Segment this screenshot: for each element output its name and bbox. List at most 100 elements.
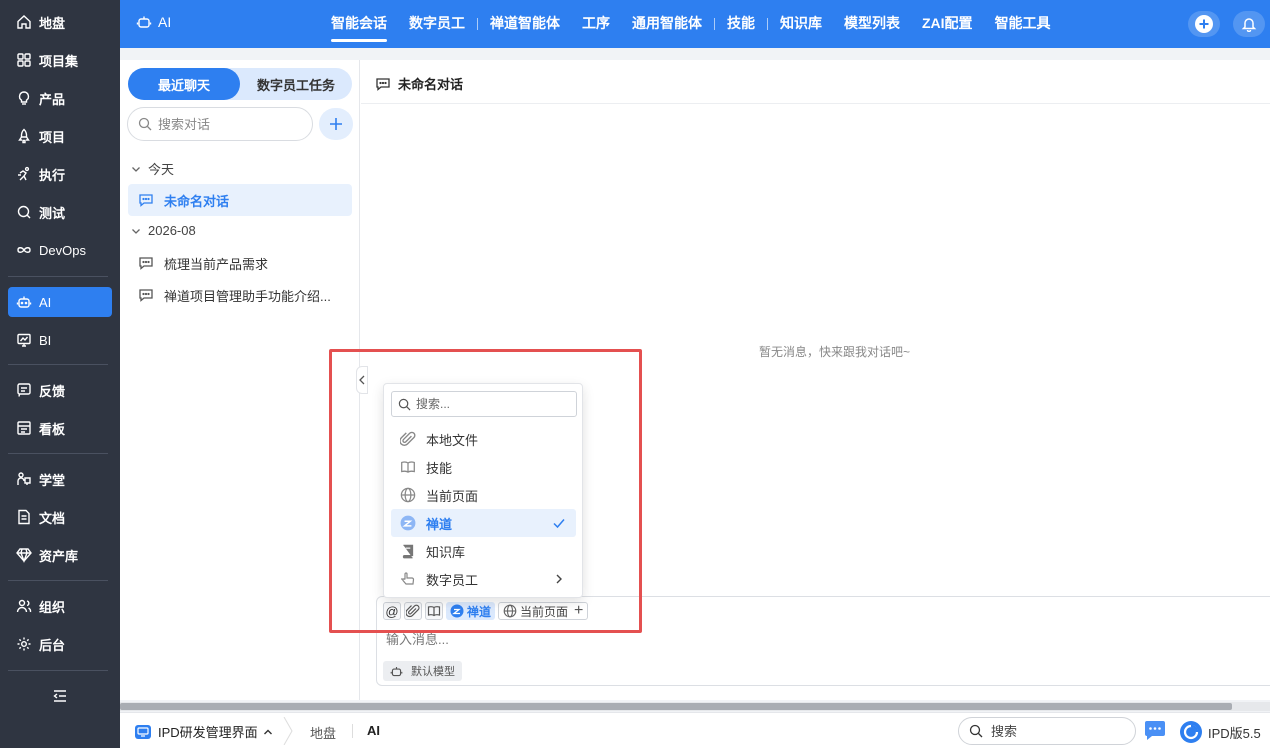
scrollbar-thumb[interactable] (120, 703, 1232, 710)
sidebar-item-label: 文档 (39, 510, 66, 526)
sidebar-item-assets[interactable]: 资产库 (8, 540, 112, 570)
group-2026-08-toggle[interactable]: 2026-08 (130, 223, 196, 238)
group-label: 2026-08 (148, 223, 196, 238)
tab-process[interactable]: 工序 (571, 0, 621, 48)
run-icon (15, 165, 33, 183)
segment-digital-employee-tasks[interactable]: 数字员工任务 (240, 68, 352, 100)
menu-item-label: 技能 (426, 460, 453, 476)
book-icon (400, 543, 416, 559)
sidebar-item-program[interactable]: 项目集 (8, 45, 112, 75)
project-switcher[interactable]: IPD研发管理界面 (134, 722, 273, 741)
chip-label: 当前页面 (520, 604, 569, 619)
conversation-item[interactable]: 未命名对话 (128, 184, 352, 216)
menu-item-digital-employee[interactable]: 数字员工 (391, 565, 576, 593)
composer-toolbar: @ 禅道 当前页面 + (383, 602, 589, 620)
segment-recent-chats[interactable]: 最近聊天 (128, 68, 240, 100)
context-chip-zentao[interactable]: 禅道 (446, 602, 496, 620)
chat-bubble-icon (375, 76, 391, 92)
conversation-title-text: 未命名对话 (398, 77, 464, 92)
menu-item-label: 本地文件 (426, 432, 479, 448)
mention-button[interactable]: @ (383, 602, 401, 620)
collapse-panel-button[interactable] (356, 366, 368, 394)
sidebar-collapse-icon[interactable] (50, 686, 70, 706)
hand-pointer-icon (400, 571, 416, 587)
group-today-toggle[interactable]: 今天 (130, 159, 174, 178)
conversation-item[interactable]: 梳理当前产品需求 (128, 247, 352, 279)
tab-zai-config[interactable]: ZAI配置 (911, 0, 984, 48)
chevron-left-icon (359, 375, 365, 385)
message-input[interactable] (386, 632, 1246, 647)
sidebar-item-project[interactable]: 项目 (8, 121, 112, 151)
kanban-icon (15, 419, 33, 437)
sidebar-item-school[interactable]: 学堂 (8, 464, 112, 494)
global-search-input[interactable] (991, 723, 1121, 739)
app-title-label: AI (158, 14, 172, 30)
globe-icon (503, 604, 517, 618)
menu-item-label: 知识库 (426, 544, 466, 560)
chevron-down-icon (130, 225, 142, 237)
tab-smart-chat[interactable]: 智能会话 (320, 0, 398, 48)
conversation-item[interactable]: 禅道项目管理助手功能介绍... (128, 279, 352, 311)
tab-knowledge-base[interactable]: 知识库 (769, 0, 833, 48)
conversation-search (127, 107, 313, 141)
menu-item-zentao[interactable]: 禅道 (391, 509, 576, 537)
new-conversation-button[interactable] (319, 108, 353, 140)
plus-circle-icon (1195, 15, 1213, 33)
project-name: IPD研发管理界面 (158, 725, 258, 740)
tab-model-list[interactable]: 模型列表 (833, 0, 911, 48)
tab-separator (477, 18, 478, 30)
sidebar-item-product[interactable]: 产品 (8, 83, 112, 113)
notification-button[interactable] (1233, 11, 1265, 37)
menu-item-knowledge-base[interactable]: 知识库 (391, 537, 576, 565)
sidebar-item-label: 项目集 (39, 53, 79, 69)
menu-item-skills[interactable]: 技能 (391, 453, 576, 481)
sidebar-item-org[interactable]: 组织 (8, 591, 112, 621)
skills-button[interactable] (425, 602, 443, 620)
sidebar-item-bi[interactable]: BI (8, 325, 112, 355)
sidebar-item-devops[interactable]: DevOps (8, 235, 112, 265)
breadcrumb-separator-icon (283, 717, 293, 745)
sidebar-item-label: 组织 (39, 599, 66, 615)
tab-skills[interactable]: 技能 (716, 0, 766, 48)
tab-digital-employee[interactable]: 数字员工 (398, 0, 476, 48)
sidebar-item-docs[interactable]: 文档 (8, 502, 112, 532)
sidebar-item-feedback[interactable]: 反馈 (8, 375, 112, 405)
checkmark-icon (553, 519, 565, 529)
tab-zentao-agent[interactable]: 禅道智能体 (479, 0, 571, 48)
sidebar-item-ai[interactable]: AI (8, 287, 112, 317)
conversation-search-input[interactable] (158, 116, 298, 132)
sidebar-item-test[interactable]: 测试 (8, 197, 112, 227)
context-chip-current-page[interactable]: 当前页面 + (498, 602, 589, 620)
dropdown-search-input[interactable] (416, 397, 566, 411)
version-info[interactable]: IPD版5.5 (1179, 720, 1261, 744)
segment-switch: 最近聊天 数字员工任务 (128, 68, 352, 100)
sidebar-item-kanban[interactable]: 看板 (8, 413, 112, 443)
menu-item-local-file[interactable]: 本地文件 (391, 425, 576, 453)
sidebar-item-admin[interactable]: 后台 (8, 629, 112, 659)
chart-board-icon (15, 331, 33, 349)
zentao-logo-icon (400, 515, 416, 531)
paperclip-icon (406, 604, 420, 618)
tab-general-agent[interactable]: 通用智能体 (621, 0, 713, 48)
breadcrumb-dashboard[interactable]: 地盘 (310, 723, 336, 742)
messages-button[interactable] (1143, 720, 1167, 742)
attach-file-button[interactable] (404, 602, 422, 620)
sidebar-item-dashboard[interactable]: 地盘 (8, 7, 112, 37)
model-selector[interactable]: 默认模型 (383, 661, 462, 681)
globe-icon (400, 487, 416, 503)
version-label: IPD版5.5 (1208, 725, 1261, 741)
create-button[interactable] (1188, 11, 1220, 37)
chevron-up-icon (263, 727, 273, 737)
conversation-list-panel: 最近聊天 数字员工任务 今天 未命名对话 2026-08 梳理当前产品需求 (120, 60, 360, 700)
magnifier-icon (15, 203, 33, 221)
menu-item-current-page[interactable]: 当前页面 (391, 481, 576, 509)
sidebar-item-execution[interactable]: 执行 (8, 159, 112, 189)
bell-icon (1241, 18, 1257, 32)
chat-icon (1145, 721, 1165, 740)
rocket-icon (15, 127, 33, 145)
plus-icon[interactable]: + (574, 603, 583, 619)
chevron-down-icon (130, 163, 142, 175)
tab-smart-tools[interactable]: 智能工具 (984, 0, 1062, 48)
horizontal-scrollbar[interactable] (120, 702, 1270, 711)
menu-item-label: 当前页面 (426, 488, 479, 504)
